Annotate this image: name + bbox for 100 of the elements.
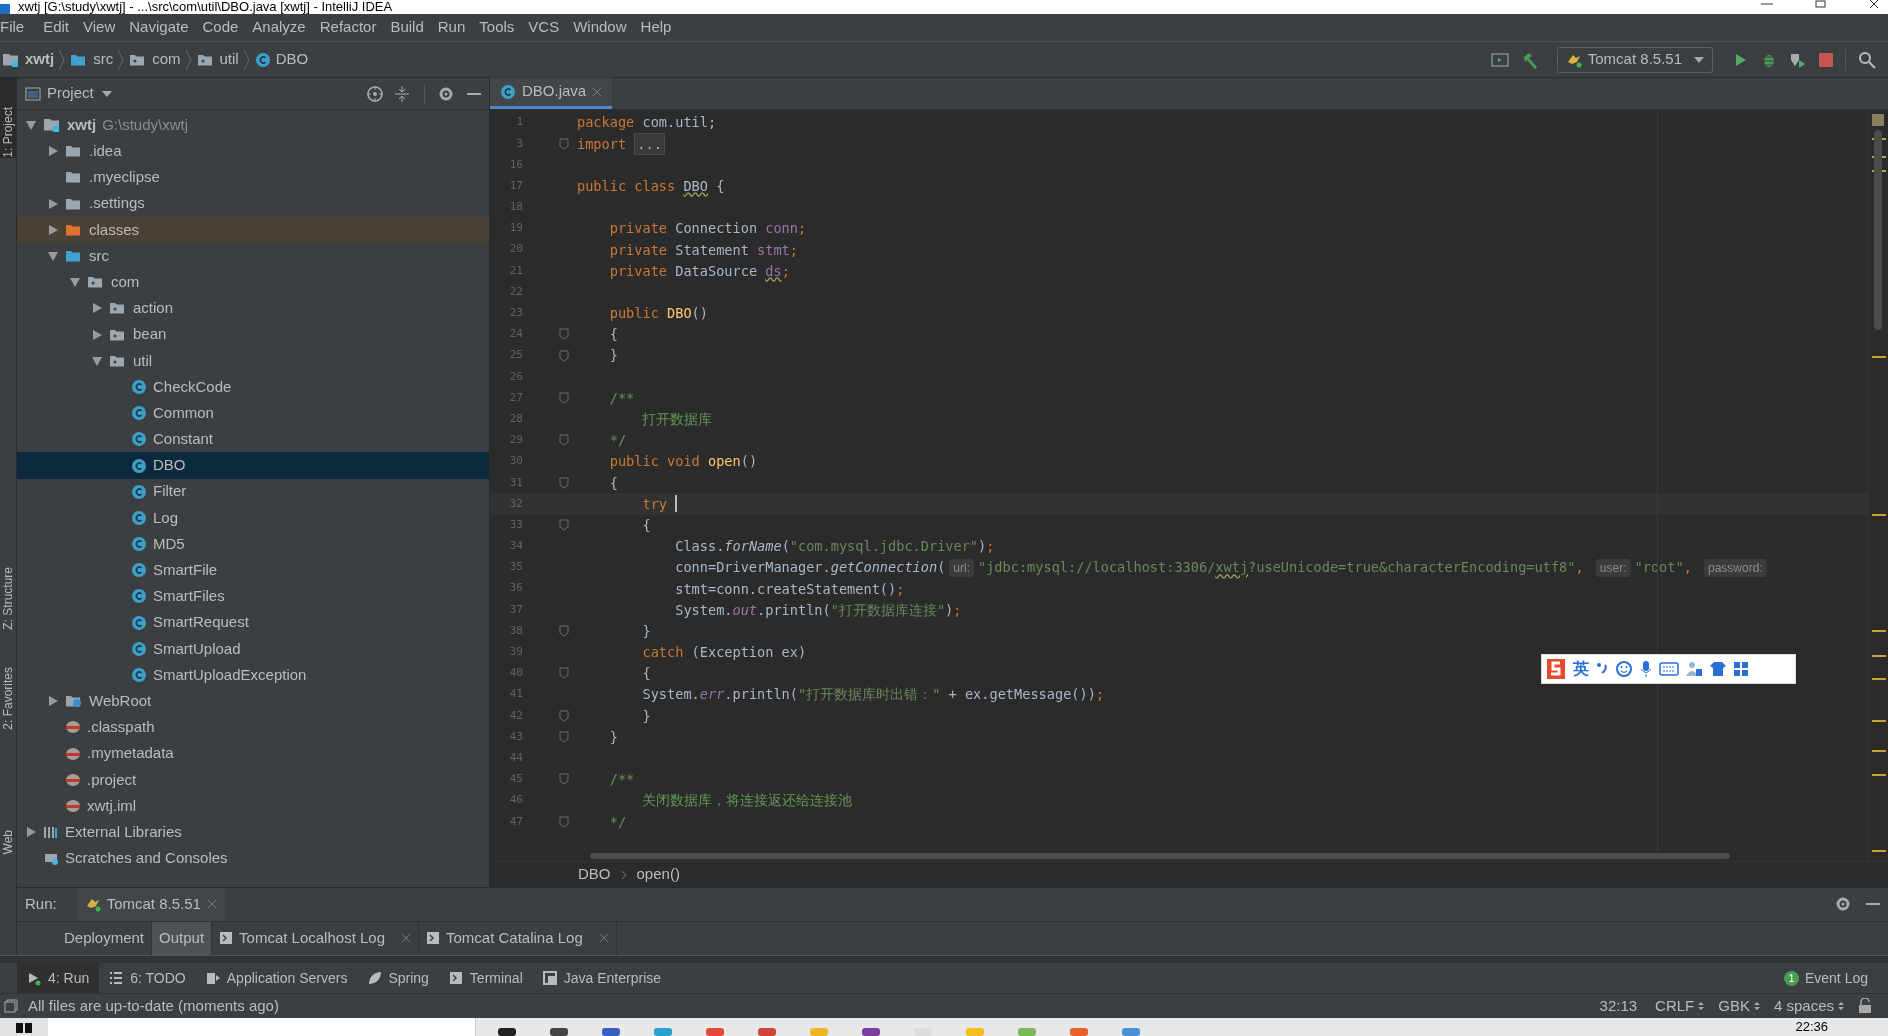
expand-arrow-icon[interactable] (91, 302, 103, 315)
tool-window-button[interactable]: 6: TODO (99, 963, 196, 993)
expand-arrow-icon[interactable] (47, 695, 59, 708)
breadcrumb-item[interactable]: DBO (275, 48, 309, 71)
side-tab[interactable]: Z: Structure (0, 567, 17, 630)
collapse-arrow-icon[interactable] (69, 276, 81, 289)
punctuation-icon[interactable] (1595, 661, 1609, 677)
menu-item[interactable]: View (76, 16, 123, 39)
breadcrumb-item[interactable]: open() (636, 863, 680, 886)
breadcrumb-item[interactable]: DBO (578, 863, 611, 886)
menu-item[interactable]: File (0, 16, 37, 39)
minimize-icon[interactable] (1760, 0, 1774, 8)
keyword: , (1683, 558, 1693, 578)
tool-window-button[interactable]: Java Enterprise (532, 963, 672, 993)
scrollbar-thumb[interactable] (590, 853, 1730, 859)
collapse-arrow-icon[interactable] (47, 250, 59, 263)
breadcrumb-item[interactable]: src (93, 48, 114, 71)
fold-icon[interactable] (559, 476, 569, 489)
input-mode[interactable]: 英 (1573, 657, 1589, 681)
grid-icon[interactable] (1733, 661, 1749, 677)
tool-window-button[interactable]: 4: Run (17, 963, 100, 993)
editor-tab[interactable]: DBO.java (490, 77, 613, 109)
side-tab[interactable]: Web (0, 829, 17, 854)
taskbar-search-field[interactable] (48, 1018, 476, 1036)
expand-arrow-icon[interactable] (47, 223, 59, 236)
shirt-icon[interactable] (1709, 661, 1727, 677)
collapse-arrow-icon[interactable] (25, 119, 37, 132)
run-icon (27, 970, 42, 986)
fold-icon[interactable] (559, 709, 569, 722)
fold-icon[interactable] (559, 392, 569, 405)
event-log-button[interactable]: 1 Event Log (1783, 967, 1888, 989)
menu-item[interactable]: Tools (472, 16, 522, 39)
menu-item[interactable]: VCS (521, 16, 567, 39)
panel-title[interactable]: Project (47, 82, 94, 105)
app-icon[interactable] (496, 1026, 518, 1036)
coverage-icon[interactable] (1789, 51, 1807, 68)
user-icon[interactable] (1685, 660, 1703, 678)
fold-icon[interactable] (559, 519, 569, 532)
expand-arrow-icon[interactable] (91, 328, 103, 341)
status-widget[interactable]: GBK (1718, 994, 1760, 1018)
run-panel-icon[interactable] (1490, 51, 1509, 68)
file-icon (65, 797, 81, 814)
locate-icon[interactable] (366, 84, 384, 103)
fold-icon[interactable] (559, 137, 569, 150)
tool-window-button[interactable]: Spring (357, 963, 439, 993)
status-widget[interactable]: CRLF (1655, 994, 1705, 1018)
doc-comment: 关闭数据库，将连接返还给连接池 (641, 791, 853, 811)
tree-item[interactable]: classes (17, 216, 489, 243)
caret-icon (1694, 56, 1704, 63)
tree-item[interactable]: DBO (17, 452, 489, 479)
app-icon[interactable] (548, 1026, 570, 1036)
status-widget[interactable]: 4 spaces (1773, 994, 1844, 1018)
expand-arrow-icon[interactable] (25, 826, 37, 839)
run-tab[interactable]: Tomcat 8.5.51 (76, 888, 225, 921)
menu-item[interactable]: Code (195, 16, 246, 39)
expand-arrow-icon[interactable] (47, 145, 59, 158)
menu-item[interactable]: Refactor (312, 16, 384, 39)
collapse-arrow-icon[interactable] (91, 354, 103, 367)
menu-item[interactable]: Run (430, 16, 473, 39)
fold-icon[interactable] (559, 434, 569, 447)
menu-item[interactable]: Help (633, 16, 679, 39)
cursor-position[interactable]: 32:13 (1599, 994, 1638, 1018)
breadcrumb-item[interactable]: util (219, 48, 239, 71)
side-tab[interactable]: 2: Favorites (0, 667, 17, 730)
menu-item[interactable]: Navigate (122, 16, 196, 39)
run-configuration-dropdown[interactable]: Tomcat 8.5.51 (1556, 46, 1713, 73)
lock-icon[interactable] (1858, 998, 1872, 1014)
fold-icon[interactable] (559, 328, 569, 341)
class-icon (131, 588, 147, 605)
fold-icon[interactable] (559, 625, 569, 638)
stop-icon[interactable] (1819, 52, 1833, 67)
scrollbar-thumb[interactable] (1874, 130, 1882, 330)
start-button[interactable] (0, 1018, 48, 1036)
breadcrumb-item[interactable]: xwtj (25, 48, 55, 71)
menu-item[interactable]: Build (383, 16, 431, 39)
menu-item[interactable]: Analyze (245, 16, 313, 39)
search-icon[interactable] (1858, 50, 1876, 69)
smiley-icon[interactable] (1615, 660, 1633, 678)
expand-arrow-icon[interactable] (47, 197, 59, 210)
output-tab[interactable]: Output (152, 921, 213, 955)
fold-icon[interactable] (559, 349, 569, 362)
method-name: DBO (667, 304, 692, 324)
fold-icon[interactable] (559, 773, 569, 786)
code-text: Statement (675, 240, 750, 260)
fold-icon[interactable] (559, 731, 569, 744)
breadcrumb-item[interactable]: com (152, 48, 181, 71)
microphone-icon[interactable] (1639, 660, 1653, 678)
tool-window-button[interactable]: Terminal (438, 963, 533, 993)
menu-item[interactable]: Edit (36, 16, 77, 39)
fold-icon[interactable] (559, 815, 569, 828)
keyword: catch (641, 643, 685, 663)
windows-icon (15, 1021, 33, 1033)
tool-window-button[interactable]: Application Servers (195, 963, 358, 993)
keyboard-icon[interactable] (1659, 662, 1679, 676)
collapse-icon[interactable] (394, 84, 410, 103)
app-icon[interactable] (860, 1026, 882, 1036)
restore-icon[interactable] (1814, 0, 1828, 8)
menu-item[interactable]: Window (566, 16, 634, 39)
fold-icon[interactable] (559, 667, 569, 680)
line-number: 47 (508, 813, 523, 830)
